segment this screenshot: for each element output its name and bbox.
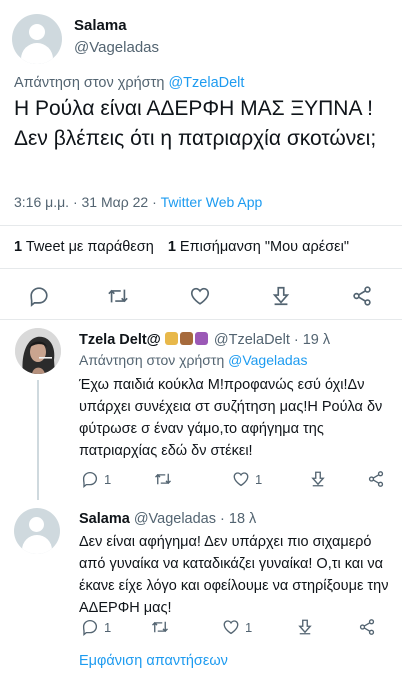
engagement-stats: 1 Tweet με παράθεση 1 Επισήμανση "Μου αρ… <box>14 239 349 255</box>
reply-time[interactable]: · 19 λ <box>294 332 330 348</box>
reply-prefix: Απάντηση στον χρήστη <box>79 352 225 368</box>
show-replies-link[interactable]: Εμφάνιση απαντήσεων <box>79 653 228 669</box>
divider <box>0 319 402 320</box>
tweet-time[interactable]: 3:16 μ.μ. <box>14 194 69 210</box>
meta-dot: · <box>152 194 157 210</box>
like-icon[interactable] <box>189 285 211 307</box>
bookmark-share-icon[interactable] <box>270 285 292 307</box>
reply-count: 1 <box>104 620 112 635</box>
divider <box>0 268 402 269</box>
quote-count: 1 <box>14 239 23 255</box>
like-label: Επισήμανση "Μου αρέσει" <box>179 239 349 255</box>
author-name[interactable]: Salama <box>79 511 130 527</box>
like-count: 1 <box>245 620 253 635</box>
bookmark-share-icon[interactable] <box>309 470 327 488</box>
reply-icon[interactable] <box>81 470 99 488</box>
reply-time[interactable]: · 18 λ <box>220 511 256 527</box>
retweet-icon[interactable] <box>150 618 170 636</box>
bookmark-share-icon[interactable] <box>296 618 314 636</box>
profile-photo <box>15 328 61 374</box>
author-handle[interactable]: @TzelaDelt <box>214 332 290 348</box>
avatar[interactable] <box>15 328 61 374</box>
author-handle[interactable]: @Vageladas <box>74 39 159 56</box>
quote-tweets-stat[interactable]: 1 Tweet με παράθεση <box>14 239 158 255</box>
reply-to-link[interactable]: @TzelaDelt <box>168 75 244 91</box>
thread-line <box>37 380 39 500</box>
reply-context: Απάντηση στον χρήστη @TzelaDelt <box>14 75 244 91</box>
tweet-date[interactable]: 31 Μαρ 22 <box>82 194 149 210</box>
reply-header: Salama @Vageladas · 18 λ <box>79 511 256 527</box>
like-icon[interactable] <box>222 618 240 636</box>
reply-text: Δεν είναι αφήγημα! Δεν υπάρχει πιο σιχαμ… <box>79 534 389 616</box>
share-icon[interactable] <box>358 618 376 636</box>
like-icon[interactable] <box>232 470 250 488</box>
meta-dot: · <box>72 194 78 210</box>
likes-stat[interactable]: 1 Επισήμανση "Μου αρέσει" <box>168 239 349 255</box>
tweet-text: Η Ρούλα είναι ΑΔΕΡΦΗ ΜΑΣ ΞΥΠΝΑ ! Δεν βλέ… <box>14 97 377 150</box>
reply-header: Tzela Delt@ @TzelaDelt · 19 λ <box>79 332 330 348</box>
share-icon[interactable] <box>351 285 373 307</box>
avatar[interactable] <box>14 508 60 554</box>
reply-context: Απάντηση στον χρήστη @Vageladas <box>79 352 307 368</box>
emoji-icon <box>164 332 178 345</box>
retweet-icon[interactable] <box>153 470 173 488</box>
reply-icon[interactable] <box>81 618 99 636</box>
divider <box>0 225 402 226</box>
reply-to-link[interactable]: @Vageladas <box>228 352 307 368</box>
like-count: 1 <box>167 239 176 255</box>
quote-label: Tweet με παράθεση <box>25 239 154 255</box>
reply-text: Έχω παιδιά κούκλα Μ!προφανώς εσύ όχι!Δν … <box>79 377 383 459</box>
tweet-meta: 3:16 μ.μ. · 31 Μαρ 22 · Twitter Web App <box>14 194 262 210</box>
share-icon[interactable] <box>367 470 385 488</box>
reply-count: 1 <box>104 472 112 487</box>
author-handle[interactable]: @Vageladas <box>134 511 216 527</box>
avatar[interactable] <box>12 14 62 64</box>
author-name[interactable]: Salama <box>74 17 127 34</box>
reply-icon[interactable] <box>28 285 50 307</box>
reply-prefix: Απάντηση στον χρήστη <box>14 75 165 91</box>
retweet-icon[interactable] <box>106 285 130 307</box>
emoji-icon <box>179 332 193 345</box>
emoji-icon <box>194 332 208 345</box>
tweet-source[interactable]: Twitter Web App <box>161 194 263 210</box>
author-name[interactable]: Tzela Delt@ <box>79 332 161 348</box>
like-count: 1 <box>255 472 263 487</box>
